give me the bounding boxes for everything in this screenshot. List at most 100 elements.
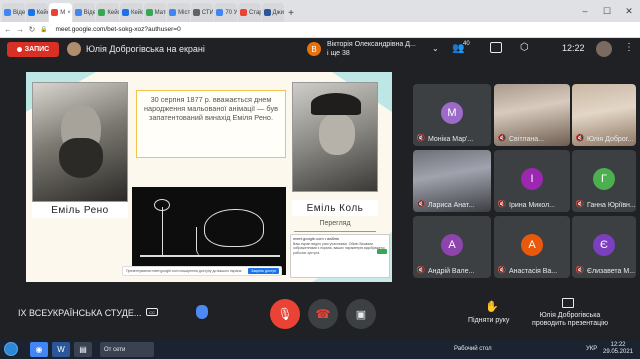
lock-icon[interactable]: 🔒 [40, 26, 47, 33]
desktop-label[interactable]: Рабочий стол [454, 346, 492, 352]
participant-tile[interactable]: Є 🔇 Єлизавета М... [572, 216, 636, 278]
participant-tile[interactable]: Г 🔇 Ганна Юріївн... [572, 150, 636, 212]
notification-line1[interactable]: Вікторія Олександрівна Д... [327, 41, 416, 48]
participant-tile[interactable]: A 🔇 Андрій Вале... [413, 216, 491, 278]
presenting-label-line1[interactable]: Юлія Доброгівська [537, 312, 603, 319]
participant-tile[interactable]: 🔇 Юлія Доброг... [572, 84, 636, 146]
more-options-icon[interactable]: ⋮ [624, 42, 634, 53]
portrait-emile-reynaud [32, 82, 128, 202]
activities-icon[interactable]: ⬡ [520, 42, 529, 53]
browser-tab[interactable]: Старі× [237, 3, 261, 22]
tab-label: Відео [83, 9, 96, 16]
present-icon[interactable] [562, 298, 574, 308]
share-bar-text: Презентування meet.google.com поширення … [126, 269, 243, 273]
popup-button[interactable] [377, 249, 387, 254]
browser-tab[interactable]: Відео× [72, 3, 96, 22]
tray-time: 12:22 [610, 342, 626, 348]
participant-name: Анастасія Ва... [509, 268, 558, 275]
clock: 12:22 [562, 43, 585, 53]
presenting-label-line2[interactable]: проводить презентацію [531, 320, 609, 327]
maximize-icon[interactable]: ☐ [596, 0, 618, 22]
self-avatar[interactable] [596, 41, 612, 57]
minimize-icon[interactable]: – [574, 0, 596, 22]
reload-icon[interactable]: ↻ [28, 25, 36, 34]
browser-tab[interactable]: Кейс× [25, 3, 49, 22]
participant-tile[interactable]: M 🔇 Моніка Мар'... [413, 84, 491, 146]
browser-tab[interactable]: 70 У× [214, 3, 237, 22]
participant-avatar: A [441, 234, 463, 256]
meeting-name[interactable]: IX ВСЕУКРАЇНСЬКА СТУДЕ... [18, 308, 141, 318]
chat-icon[interactable] [490, 42, 502, 53]
favicon-icon [169, 9, 177, 16]
captions-icon[interactable]: CC [146, 308, 158, 316]
tab-label: Відео [13, 9, 25, 16]
raise-hand-icon[interactable]: ✋ [485, 300, 499, 313]
close-icon[interactable]: ✕ [618, 0, 640, 22]
back-icon[interactable]: ← [4, 25, 12, 34]
tab-label: 70 У [225, 9, 237, 16]
mic-muted-icon: 🔇 [497, 135, 507, 142]
participant-tile[interactable]: 🔇 Світлана... [494, 84, 570, 146]
camera-button[interactable]: ▣ [346, 299, 376, 329]
presentation-slide: Еміль Рено Еміль Коль 30 серпня 1877 р. … [26, 72, 392, 282]
language-indicator[interactable]: УКР [586, 346, 597, 352]
mic-muted-icon: 🔇 [416, 135, 426, 142]
chevron-down-icon[interactable]: ⌄ [432, 44, 439, 53]
participant-tile[interactable]: 🔇 Лариса Анат... [413, 150, 491, 212]
tab-label: Місті [178, 9, 190, 16]
stop-sharing-button[interactable]: Закрить доступ [248, 268, 279, 274]
participant-avatar: Г [593, 168, 615, 190]
participant-tile[interactable]: I 🔇 Ірина Микол... [494, 150, 570, 212]
browser-tab[interactable]: Мате× [143, 3, 167, 22]
favicon-icon [263, 9, 271, 16]
favicon-icon [145, 9, 153, 16]
raise-hand-label[interactable]: Підняти руку [468, 317, 509, 324]
participant-name: Єлизавета М... [587, 268, 636, 275]
control-bar: IX ВСЕУКРАЇНСЬКА СТУДЕ... CC 🎙 ☎ ▣ ✋ Під… [0, 288, 640, 340]
browser-tab[interactable]: СТИ× [190, 3, 214, 22]
mic-off-button[interactable]: 🎙 [270, 299, 300, 329]
word-icon[interactable]: W [52, 342, 70, 357]
tab-label: Кейс [130, 9, 143, 16]
address-bar: ← → ↻ 🔒 meet.google.com/bet-sokg-xoz?aut… [0, 22, 640, 38]
browser-tab[interactable]: Кейс× [96, 3, 119, 22]
favicon-icon [216, 9, 224, 16]
explorer-icon[interactable]: ▤ [74, 342, 92, 357]
url-field[interactable]: meet.google.com/bet-sokg-xoz?authuser=0 [55, 26, 180, 33]
recording-badge: ЗАПИС [7, 42, 59, 57]
mic-muted-icon: 🔇 [575, 267, 585, 274]
browser-tab[interactable]: Місті× [167, 3, 190, 22]
offline-task[interactable]: От сети [100, 342, 154, 357]
browser-tab[interactable]: Відео× [2, 3, 25, 22]
preview-label: Перегляд [294, 220, 376, 232]
participant-name: Моніка Мар'... [428, 136, 474, 143]
presenter-avatar [67, 42, 81, 56]
tray-date: 29.05.2021 [603, 349, 634, 355]
browser-tab[interactable]: M × [49, 3, 72, 22]
browser-tab[interactable]: Кейс× [119, 3, 143, 22]
mic-muted-icon: 🔇 [575, 201, 585, 208]
chrome-icon[interactable]: ◉ [30, 342, 48, 357]
screen-share-bar: Презентування meet.google.com поширення … [122, 266, 282, 276]
favicon-icon [51, 9, 59, 16]
os-taskbar: ◉ W ▤ От сети Рабочий стол УКР 12:22 29.… [0, 340, 640, 359]
mic-muted-icon: 🔇 [497, 267, 507, 274]
mic-muted-icon: 🔇 [416, 267, 426, 274]
new-tab-icon[interactable]: + [285, 8, 297, 22]
recording-label: ЗАПИС [24, 46, 50, 53]
browser-tab[interactable]: Джи× [261, 3, 285, 22]
start-button[interactable] [4, 342, 18, 356]
participant-avatar: A [521, 234, 543, 256]
tab-close-icon[interactable]: × [67, 10, 72, 16]
tab-label: M [60, 9, 66, 16]
forward-icon[interactable]: → [16, 25, 24, 34]
browser-tab-bar: Відео×Кейс×M×Відео×Кейс×Кейс×Мате×Місті×… [0, 0, 640, 22]
participant-tile[interactable]: A 🔇 Анастасія Ва... [494, 216, 570, 278]
notification-line2[interactable]: і ще 38 [327, 50, 350, 57]
tray-clock[interactable]: 12:22 29.05.2021 [603, 342, 633, 356]
favicon-icon [27, 9, 35, 16]
portrait-emile-cohl [292, 82, 378, 192]
tab-label: Кейс [107, 9, 119, 16]
end-call-button[interactable]: ☎ [308, 299, 338, 329]
shield-icon[interactable] [196, 305, 208, 319]
